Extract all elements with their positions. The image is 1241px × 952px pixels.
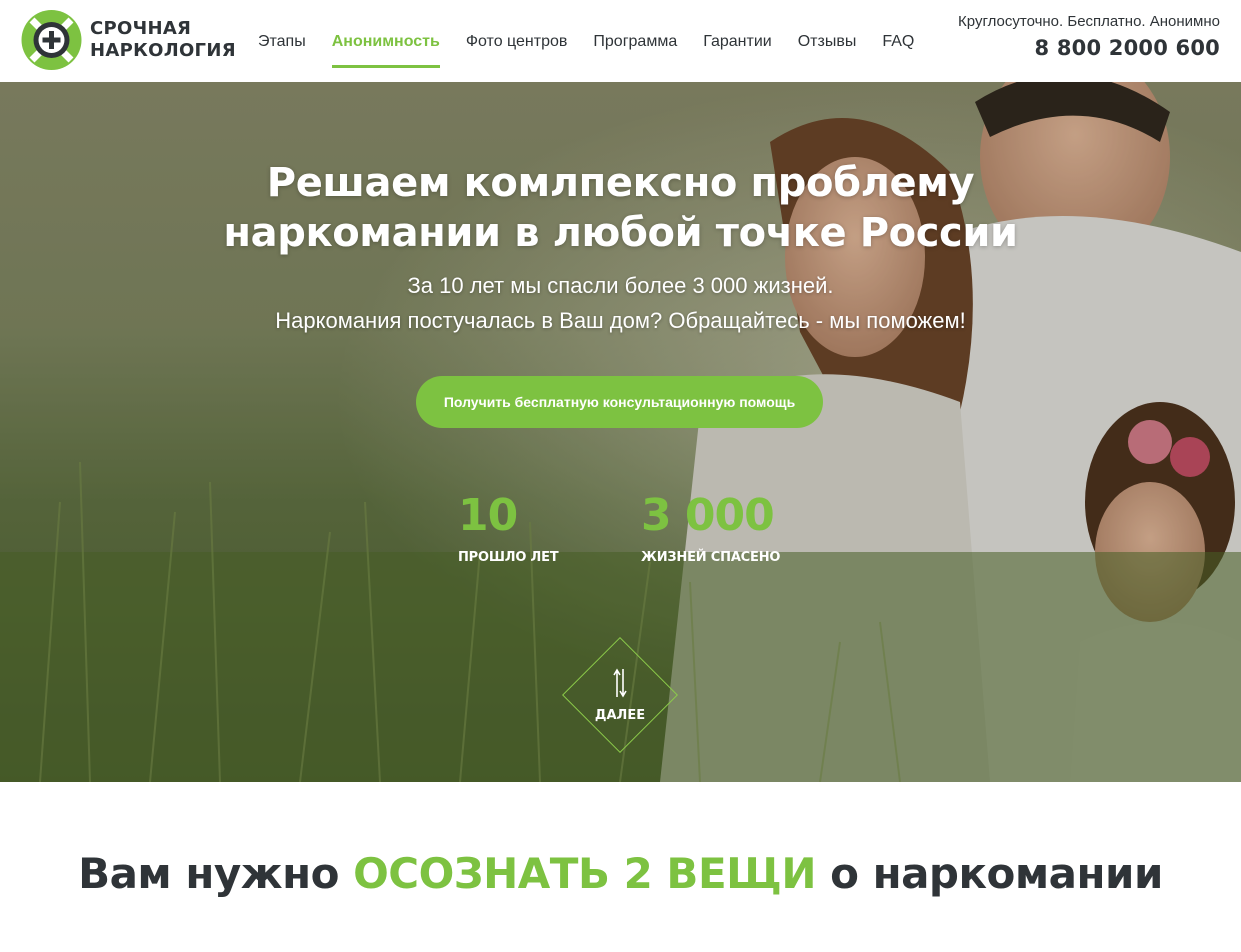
hero-title-line-2: наркомании в любой точке России — [223, 210, 1018, 256]
phone-number-link[interactable]: 8 800 2000 600 — [958, 36, 1220, 60]
section-title-highlight: ОСОЗНАТЬ 2 ВЕЩИ — [353, 849, 816, 898]
stat-lives-value: 3 000 — [641, 490, 775, 541]
nav-item-program[interactable]: Программа — [593, 0, 677, 82]
logo-line-1: СРОЧНАЯ — [90, 18, 192, 39]
stat-years-value: 10 — [458, 490, 518, 541]
medical-cross-logo-icon — [20, 8, 83, 72]
nav-item-stages[interactable]: Этапы — [258, 0, 306, 82]
site-header: СРОЧНАЯ НАРКОЛОГИЯ Этапы Анонимность Фот… — [0, 0, 1241, 82]
nav-item-guarantees[interactable]: Гарантии — [703, 0, 772, 82]
main-nav: Этапы Анонимность Фото центров Программа… — [258, 0, 940, 82]
stat-years: 10 ПРОШЛО ЛЕТ — [458, 490, 559, 565]
nav-item-faq[interactable]: FAQ — [882, 0, 914, 82]
section-title-suffix: о наркомании — [815, 849, 1163, 898]
stat-lives: 3 000 ЖИЗНЕЙ СПАСЕНО — [641, 490, 780, 565]
stat-years-label: ПРОШЛО ЛЕТ — [458, 550, 559, 565]
hero-subtitle: За 10 лет мы спасли более 3 000 жизней. … — [0, 268, 1241, 338]
hero-title-line-1: Решаем комлпексно проблему — [266, 160, 975, 206]
section-title: Вам нужно ОСОЗНАТЬ 2 ВЕЩИ о наркомании — [0, 849, 1241, 898]
hero-subtitle-line-2: Наркомания постучалась в Ваш дом? Обраща… — [275, 308, 966, 333]
nav-item-anonymity[interactable]: Анонимность — [331, 0, 440, 82]
contact-block: Круглосуточно. Бесплатно. Анонимно 8 800… — [958, 13, 1220, 60]
logo-text: СРОЧНАЯ НАРКОЛОГИЯ — [90, 18, 236, 62]
nav-item-reviews[interactable]: Отзывы — [798, 0, 857, 82]
hero-subtitle-line-1: За 10 лет мы спасли более 3 000 жизней. — [407, 273, 834, 298]
section-title-prefix: Вам нужно — [78, 849, 354, 898]
nav-item-center-photos[interactable]: Фото центров — [466, 0, 568, 82]
hero-section: Решаем комлпексно проблему наркомании в … — [0, 82, 1241, 782]
logo[interactable]: СРОЧНАЯ НАРКОЛОГИЯ — [20, 8, 236, 72]
free-consultation-button[interactable]: Получить бесплатную консультационную пом… — [416, 376, 823, 428]
hero-title: Решаем комлпексно проблему наркомании в … — [0, 158, 1241, 258]
logo-line-2: НАРКОЛОГИЯ — [90, 40, 236, 61]
stat-lives-label: ЖИЗНЕЙ СПАСЕНО — [641, 550, 781, 565]
contact-tagline: Круглосуточно. Бесплатно. Анонимно — [958, 13, 1220, 30]
